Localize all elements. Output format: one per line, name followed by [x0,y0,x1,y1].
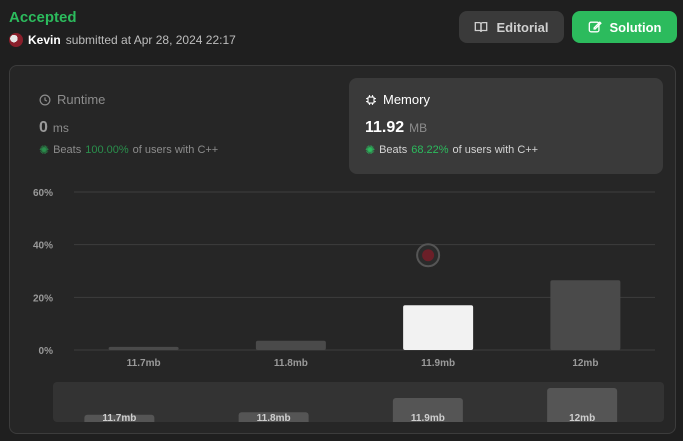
x-tick-label: 12mb [572,358,598,369]
chart-minimap[interactable]: 11.7mb 11.8mb 11.9mb 12mb [53,382,664,422]
x-tick-label: 11.9mb [421,358,455,369]
chart-bar[interactable] [108,346,179,350]
performance-panel: Runtime 0 ms ✺ Beats 100.00% of users wi… [9,65,676,434]
avatar[interactable] [9,33,23,47]
submission-info: Kevin submitted at Apr 28, 2024 22:17 [9,33,236,47]
minimap-label: 11.9mb [411,413,445,422]
memory-distribution-chart: 0% 20% 40% 60% 11.7mb 11.8mb 11.9mb 12mb [33,188,655,369]
minimap-label: 11.7mb [102,413,136,422]
solution-button[interactable]: Solution [572,11,677,43]
user-avatar-marker-inner [422,249,435,262]
minimap-bars: 11.7mb 11.8mb 11.9mb 12mb [84,388,618,422]
submitted-time: submitted at Apr 28, 2024 22:17 [65,33,236,47]
chart-bar[interactable] [550,280,621,350]
username[interactable]: Kevin [28,33,61,47]
book-icon [475,21,488,32]
edit-icon [588,21,602,33]
y-tick-label: 40% [33,241,53,252]
minimap-label: 11.8mb [257,413,291,422]
minimap-label: 12mb [569,413,595,422]
y-tick-label: 0% [39,346,54,357]
chart-bar[interactable] [255,340,326,350]
y-tick-label: 20% [33,293,53,304]
x-tick-label: 11.7mb [127,358,161,369]
editorial-button[interactable]: Editorial [459,11,564,43]
status-label: Accepted [9,9,77,26]
x-tick-label: 11.8mb [274,358,308,369]
solution-label: Solution [609,19,662,35]
y-tick-label: 60% [33,188,53,199]
editorial-label: Editorial [496,19,549,35]
chart-bar[interactable] [403,305,474,350]
